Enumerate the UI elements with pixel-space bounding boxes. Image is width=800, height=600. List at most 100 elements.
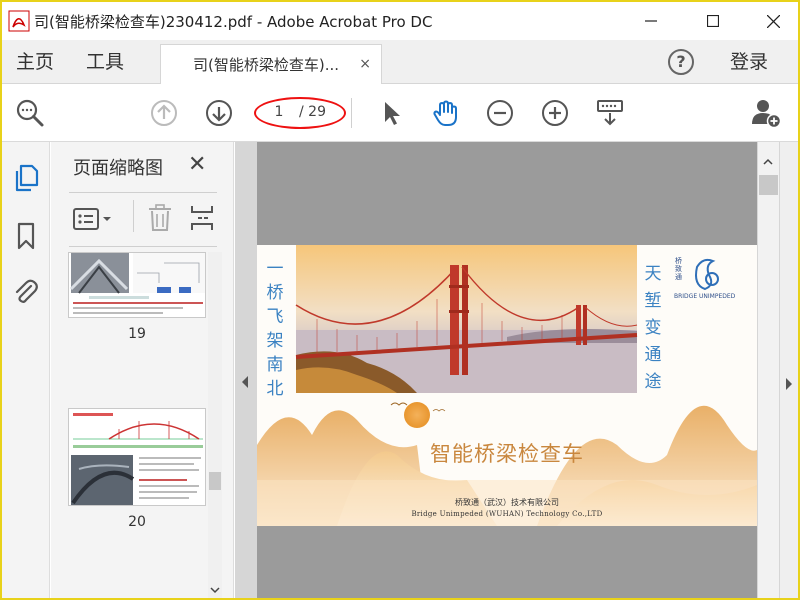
bookmarks-button[interactable]	[12, 222, 40, 250]
thumbnail-image	[69, 409, 205, 505]
select-tool-button[interactable]	[375, 97, 407, 129]
page-up-icon	[151, 100, 177, 126]
hand-tool-icon	[433, 100, 457, 126]
page-number-input[interactable]: 1	[272, 104, 286, 120]
slogan-char: 飞	[266, 307, 284, 327]
acrobat-app-icon	[8, 10, 30, 32]
insert-page-button[interactable]	[189, 204, 215, 236]
close-icon	[766, 14, 780, 28]
help-button[interactable]: ?	[668, 49, 694, 75]
page-total-label: / 29	[299, 104, 326, 120]
window-title: 司(智能桥梁检查车)230412.pdf - Adobe Acrobat Pro…	[34, 12, 433, 31]
zoom-in-icon	[542, 100, 568, 126]
toolbar: 1 / 29	[2, 84, 798, 142]
tab-home[interactable]: 主页	[16, 40, 54, 84]
maximize-button[interactable]	[690, 2, 736, 40]
cover-headline: 智能桥梁检查车	[430, 442, 584, 466]
thumbnail-scrollbar-thumb[interactable]	[209, 472, 221, 490]
maximize-icon	[707, 15, 719, 27]
thumbnail-scrollbar[interactable]	[208, 252, 222, 598]
logo-char: 桥	[675, 257, 682, 265]
thumb-tools-divider	[133, 200, 134, 232]
previous-page-button[interactable]	[148, 97, 180, 129]
slogan-char: 堑	[644, 291, 662, 311]
slogan-char: 北	[266, 379, 284, 399]
delete-page-button[interactable]	[147, 204, 173, 236]
login-button[interactable]: 登录	[730, 40, 768, 84]
minimize-button[interactable]	[628, 2, 674, 40]
document-tab-close-button[interactable]: ×	[359, 56, 371, 72]
bookmark-icon	[17, 222, 35, 250]
page-thumbnail[interactable]	[68, 408, 206, 506]
zoom-search-button[interactable]	[14, 97, 46, 129]
collapse-left-panel-icon[interactable]	[240, 375, 250, 389]
minimize-icon	[645, 20, 657, 22]
page-margin-bottom	[257, 526, 757, 598]
insert-page-icon	[191, 206, 213, 230]
page-navigator: 1 / 29	[254, 97, 346, 129]
attachments-button[interactable]	[12, 278, 40, 306]
cover-artwork	[257, 245, 757, 526]
add-user-icon	[752, 100, 782, 129]
tab-document[interactable]: 司(智能桥梁检查车)... ×	[160, 44, 382, 84]
close-window-button[interactable]	[750, 2, 796, 40]
slogan-char: 架	[266, 331, 284, 351]
document-scrollbar-thumb[interactable]	[759, 175, 778, 195]
panel-divider	[69, 192, 217, 193]
logo-cn: 桥 致 通	[675, 257, 683, 281]
page-margin-top	[257, 142, 757, 245]
zoom-out-icon	[487, 100, 513, 126]
hand-tool-button[interactable]	[430, 97, 462, 129]
logo-en: BRIDGE UNIMPEDED	[674, 293, 736, 300]
tab-bar: 主页 工具 司(智能桥梁检查车)... × ? 登录	[2, 40, 798, 84]
document-view: 一 桥 飞 架 南 北 天 堑 变 通 途 桥 致 通 BRIDGE UNIMP…	[235, 142, 780, 598]
thumbnail-toolbar	[69, 200, 219, 240]
slogan-char: 一	[266, 259, 284, 279]
page-thumbnails-button[interactable]	[12, 164, 40, 192]
thumbnail-page-label: 20	[128, 514, 146, 530]
panel-title: 页面缩略图	[73, 158, 163, 179]
company-name-en: Bridge Unimpeded (WUHAN) Technology Co.,…	[411, 510, 603, 518]
panel-divider-2	[69, 246, 217, 247]
title-bar: 司(智能桥梁检查车)230412.pdf - Adobe Acrobat Pro…	[2, 2, 798, 40]
document-scrollbar[interactable]	[758, 142, 779, 598]
share-user-button[interactable]	[750, 97, 782, 129]
slogan-char: 途	[644, 372, 662, 392]
zoom-out-button[interactable]	[484, 97, 516, 129]
left-rail	[2, 142, 50, 598]
scroll-up-arrow-icon[interactable]	[763, 158, 773, 166]
options-menu-icon	[73, 208, 111, 230]
page-down-icon	[206, 100, 232, 126]
slogan-char: 天	[644, 264, 662, 284]
slogan-char: 通	[644, 345, 662, 365]
right-rail	[780, 142, 798, 598]
panel-close-button[interactable]: ✕	[188, 152, 206, 177]
toolbar-divider	[351, 98, 352, 128]
slogan-char: 变	[644, 318, 662, 338]
scroll-down-arrow-icon[interactable]	[210, 585, 220, 595]
zoom-search-icon	[16, 99, 44, 127]
trash-icon	[149, 204, 171, 231]
expand-right-panel-icon[interactable]	[784, 377, 794, 391]
slogan-char: 南	[266, 355, 284, 375]
select-cursor-icon	[385, 102, 400, 125]
zoom-in-button[interactable]	[539, 97, 571, 129]
thumbnail-page-label: 19	[128, 326, 146, 342]
thumbnail-image	[69, 253, 205, 317]
thumbnail-panel: 页面缩略图 ✕ 19 20	[51, 142, 234, 598]
next-page-button[interactable]	[203, 97, 235, 129]
document-tab-label: 司(智能桥梁检查车)...	[193, 56, 340, 74]
vertical-slogan-left: 一 桥 飞 架 南 北	[264, 257, 286, 401]
pdf-page: 一 桥 飞 架 南 北 天 堑 变 通 途 桥 致 通 BRIDGE UNIMP…	[257, 245, 757, 526]
thumbnail-options-button[interactable]	[73, 208, 113, 234]
page-thumbnail[interactable]	[68, 252, 206, 318]
app-window: 司(智能桥梁检查车)230412.pdf - Adobe Acrobat Pro…	[0, 0, 800, 600]
read-mode-icon	[597, 100, 623, 126]
read-mode-button[interactable]	[594, 97, 626, 129]
attachment-icon	[15, 279, 38, 303]
logo-char: 致	[675, 265, 682, 273]
slogan-char: 桥	[266, 283, 284, 303]
logo-char: 通	[675, 273, 682, 281]
company-name-cn: 桥致通（武汉）技术有限公司	[455, 498, 559, 507]
tab-tools[interactable]: 工具	[86, 40, 124, 84]
